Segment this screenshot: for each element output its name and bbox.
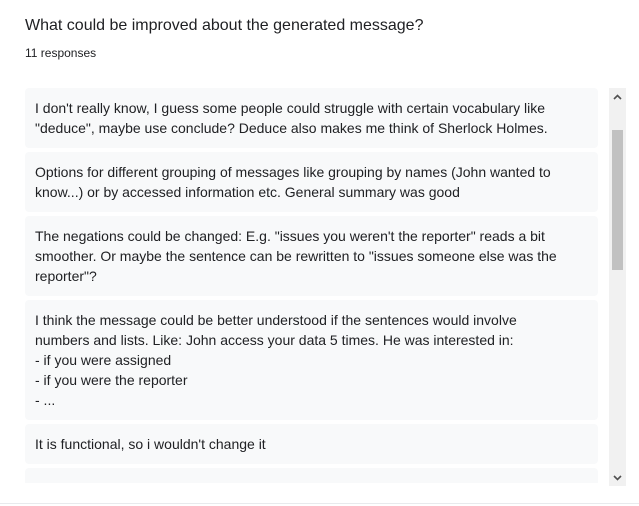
scroll-down-button[interactable] — [609, 469, 626, 486]
response-item: Options for different grouping of messag… — [25, 152, 598, 212]
scroll-up-button[interactable] — [609, 88, 626, 105]
response-text-line: I don't really know, I guess some people… — [35, 100, 546, 116]
responses-list[interactable]: I don't really know, I guess some people… — [25, 88, 598, 483]
response-text-line: I think the message could be better unde… — [35, 312, 517, 328]
response-summary-card: What could be improved about the generat… — [0, 0, 639, 506]
response-item: The negations could be changed: E.g. "is… — [25, 216, 598, 296]
response-item: I think the message could be better unde… — [25, 300, 598, 420]
response-text-line: reporter"? — [35, 268, 97, 284]
response-text-line: - ... — [35, 392, 56, 408]
response-text-line: know...) or by accessed information etc.… — [35, 184, 460, 200]
response-text-line: Room so much spill of information... out… — [35, 478, 588, 483]
scroll-thumb[interactable] — [612, 130, 623, 270]
chevron-up-icon — [613, 93, 622, 100]
response-text-line: - if you were assigned — [35, 352, 172, 368]
response-item: It is functional, so i wouldn't change i… — [25, 424, 598, 464]
response-item: I don't really know, I guess some people… — [25, 88, 598, 148]
response-text-line: The negations could be changed: E.g. "is… — [35, 228, 545, 244]
response-text-line: It is functional, so i wouldn't change i… — [35, 436, 266, 452]
response-text-line: smoother. Or maybe the sentence can be r… — [35, 248, 557, 264]
response-count: 11 responses — [25, 46, 97, 60]
question-title: What could be improved about the generat… — [25, 17, 424, 34]
response-text-line: Options for different grouping of messag… — [35, 164, 551, 180]
responses-scrollbar[interactable] — [609, 88, 626, 486]
chevron-down-icon — [613, 474, 622, 481]
response-text-line: "deduce", maybe use conclude? Deduce als… — [35, 120, 548, 136]
response-text-line: numbers and lists. Like: John access you… — [35, 332, 514, 348]
response-text-line: - if you were the reporter — [35, 372, 188, 388]
divider — [0, 503, 639, 504]
response-item: Room so much spill of information... out… — [25, 468, 598, 483]
